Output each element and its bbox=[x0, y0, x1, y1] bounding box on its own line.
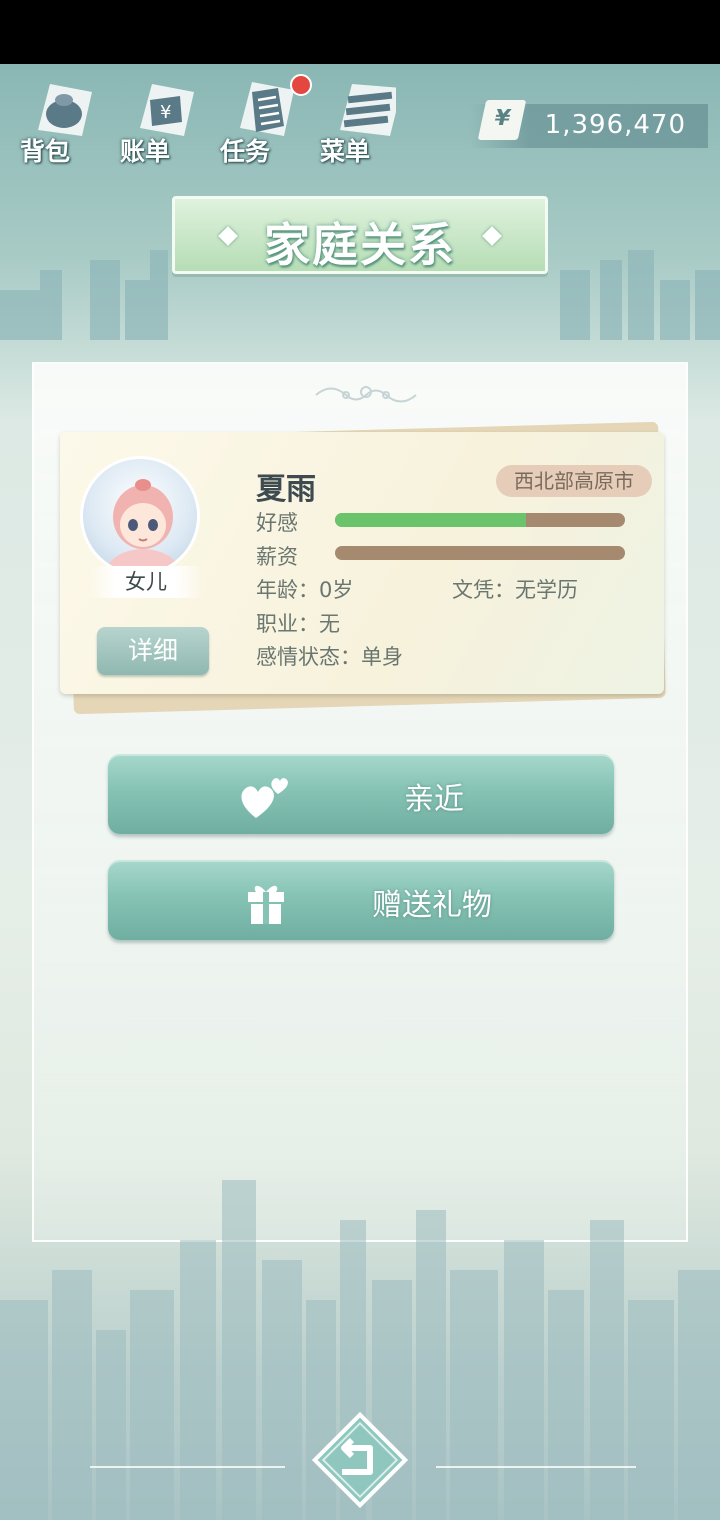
education-text: 文凭：无学历 bbox=[452, 578, 578, 602]
bottom-divider-right bbox=[436, 1466, 636, 1468]
relationship-status-text: 感情状态：单身 bbox=[256, 645, 403, 669]
flourish-ornament-icon bbox=[315, 386, 417, 403]
relation-label: 女儿 bbox=[88, 566, 204, 598]
detail-button[interactable]: 详细 bbox=[97, 627, 209, 675]
salary-bar bbox=[335, 546, 625, 560]
task-notification-dot bbox=[290, 74, 312, 96]
bag-icon bbox=[38, 84, 92, 136]
menu-icon bbox=[340, 84, 396, 136]
member-name: 夏雨 bbox=[256, 472, 316, 507]
menu-menu-label: 菜单 bbox=[320, 137, 371, 166]
hearts-icon bbox=[241, 778, 288, 818]
age-text: 年龄：0岁 bbox=[256, 578, 354, 602]
yen-icon: ¥ bbox=[477, 100, 527, 140]
menu-menu-button[interactable]: 菜单 bbox=[320, 72, 410, 168]
favor-bar bbox=[335, 513, 625, 527]
gift-button[interactable]: 赠送礼物 bbox=[108, 860, 614, 940]
back-button[interactable] bbox=[308, 1408, 412, 1512]
menu-task-label: 任务 bbox=[220, 137, 271, 166]
gift-label: 赠送礼物 bbox=[372, 888, 492, 923]
bottom-divider-left bbox=[90, 1466, 285, 1468]
bill-icon: ¥ bbox=[140, 84, 194, 136]
menu-bag-label: 背包 bbox=[20, 137, 71, 166]
money-display: ¥ 1,396,470 bbox=[470, 100, 708, 148]
gift-icon bbox=[248, 885, 284, 924]
task-icon bbox=[240, 82, 294, 136]
favor-bar-fill bbox=[335, 513, 527, 527]
approach-button[interactable]: 亲近 bbox=[108, 754, 614, 834]
region-badge: 西北部高原市 bbox=[496, 465, 652, 497]
svg-text:¥: ¥ bbox=[160, 102, 171, 123]
menu-bill-button[interactable]: ¥ 账单 bbox=[120, 72, 210, 168]
approach-label: 亲近 bbox=[404, 782, 464, 817]
salary-label: 薪资 bbox=[256, 545, 298, 569]
menu-bag-button[interactable]: 背包 bbox=[20, 72, 110, 168]
status-bar bbox=[0, 0, 720, 64]
avatar[interactable] bbox=[80, 456, 200, 576]
menu-task-button[interactable]: 任务 bbox=[220, 72, 312, 168]
job-text: 职业：无 bbox=[256, 612, 340, 636]
page-title-banner: 家庭关系 bbox=[172, 196, 548, 274]
favor-label: 好感 bbox=[256, 511, 298, 535]
menu-bill-label: 账单 bbox=[120, 137, 171, 166]
money-amount: 1,396,470 bbox=[544, 110, 686, 140]
